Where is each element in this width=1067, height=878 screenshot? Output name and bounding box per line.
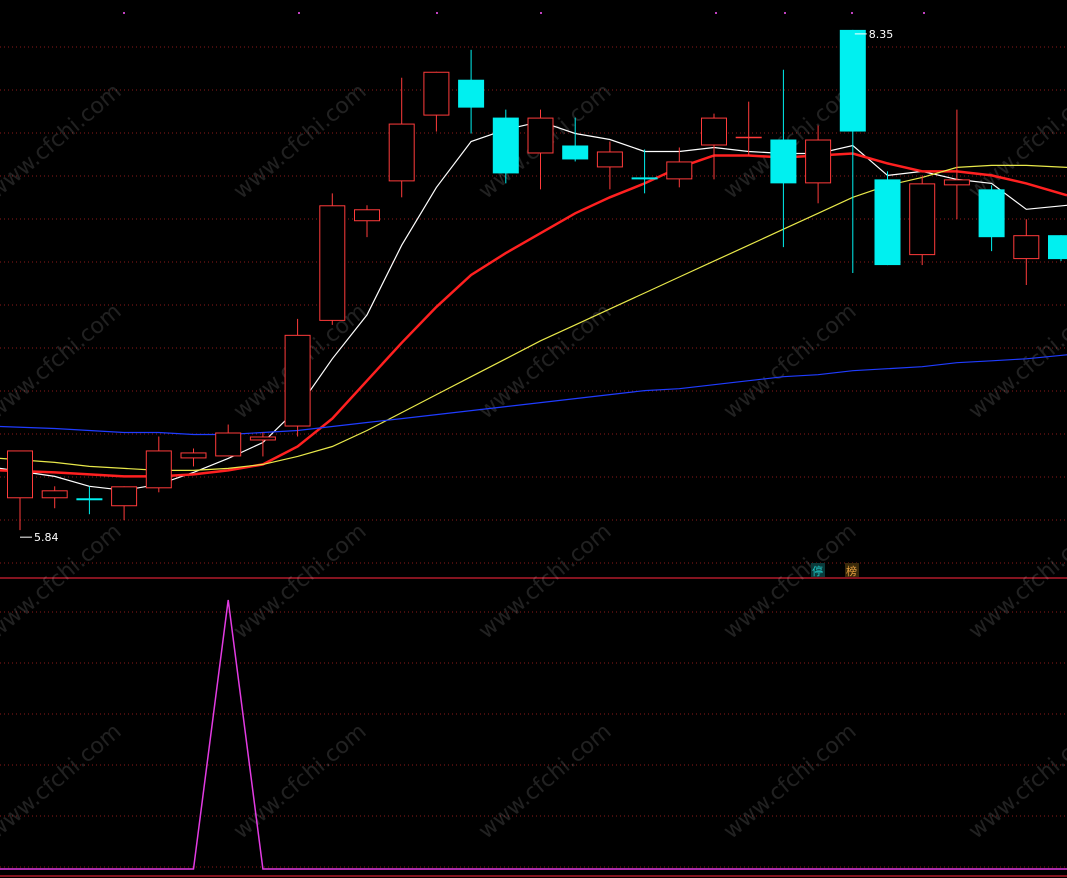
candle xyxy=(839,29,866,274)
candle xyxy=(909,175,936,266)
badge-limit-stop-label: 停 xyxy=(812,564,823,578)
candle-body xyxy=(492,117,519,174)
candle-body xyxy=(215,432,242,457)
watermark-text: www.cfchi.com xyxy=(229,519,371,644)
candle xyxy=(701,113,727,180)
low-price-label: 5.84 xyxy=(34,531,59,544)
candle-body xyxy=(770,139,797,184)
top-marker xyxy=(436,12,438,14)
watermark-text: www.cfchi.com xyxy=(474,519,616,644)
candle-body xyxy=(458,79,485,108)
candle-body xyxy=(874,179,901,266)
candle xyxy=(1048,235,1067,262)
top-marker xyxy=(123,12,125,14)
badge-ranking[interactable]: 榜 xyxy=(845,563,859,578)
watermark-text: www.cfchi.com xyxy=(474,299,616,424)
candle-body xyxy=(527,117,554,154)
candle xyxy=(492,109,519,184)
top-marker xyxy=(851,12,853,14)
candle-body xyxy=(41,490,68,499)
candle-body xyxy=(701,117,727,146)
watermark-text: www.cfchi.com xyxy=(229,79,371,204)
candle xyxy=(596,141,623,190)
watermark-text: www.cfchi.com xyxy=(964,719,1067,844)
candle xyxy=(770,69,797,248)
candle xyxy=(1013,219,1040,286)
candle xyxy=(180,448,207,467)
indicator-line xyxy=(0,599,1067,870)
candle-body xyxy=(76,498,103,501)
candle xyxy=(943,109,970,220)
watermark-text: www.cfchi.com xyxy=(0,79,126,204)
candle-body xyxy=(1048,235,1067,260)
watermark-text: www.cfchi.com xyxy=(964,79,1067,204)
candle-body xyxy=(388,123,415,182)
candle-body xyxy=(284,334,311,427)
candle xyxy=(41,486,68,509)
top-marker xyxy=(540,12,542,14)
moving-average-line-1 xyxy=(0,120,1067,491)
candle-body xyxy=(562,145,589,160)
candle xyxy=(76,486,103,515)
candle-body xyxy=(943,179,970,186)
watermark-text: www.cfchi.com xyxy=(474,719,616,844)
top-marker xyxy=(784,12,786,14)
candle-body xyxy=(978,189,1005,238)
moving-average-line-3 xyxy=(0,164,1067,471)
candle-body xyxy=(249,436,276,441)
candle xyxy=(527,109,554,190)
candle xyxy=(354,205,380,238)
candle xyxy=(111,486,138,521)
top-marker xyxy=(298,12,300,14)
candle-body xyxy=(631,177,658,180)
candle-body xyxy=(909,183,936,256)
badge-limit-stop[interactable]: 停 xyxy=(811,563,825,578)
candle-body xyxy=(666,161,693,180)
candle xyxy=(458,49,485,134)
high-price-label: 8.35 xyxy=(869,28,894,41)
badge-ranking-label: 榜 xyxy=(846,564,857,578)
top-markers xyxy=(123,12,925,14)
stock-chart: www.cfchi.com www.cfchi.com www.cfchi.com w… xyxy=(0,12,1067,877)
candle-body xyxy=(805,139,832,184)
watermark-text: www.cfchi.com xyxy=(719,719,861,844)
candle xyxy=(666,147,693,188)
candle-body xyxy=(145,450,172,489)
candle-body xyxy=(180,452,207,459)
watermark-text: www.cfchi.com xyxy=(719,299,861,424)
candle-body xyxy=(111,486,138,507)
top-marker xyxy=(923,12,925,14)
candle xyxy=(7,450,33,531)
moving-average-line-2 xyxy=(0,152,1067,478)
candle xyxy=(249,432,276,457)
watermark-text: www.cfchi.com xyxy=(964,519,1067,644)
moving-average-lines xyxy=(0,120,1067,491)
candle xyxy=(978,185,1005,252)
watermark-text: www.cfchi.com xyxy=(719,519,861,644)
indicator-panel xyxy=(0,599,1067,870)
candle xyxy=(215,424,242,457)
candle-body xyxy=(7,450,33,499)
candle-body xyxy=(1013,235,1040,260)
candle-body xyxy=(354,209,380,222)
candle xyxy=(735,101,762,156)
candlesticks[interactable] xyxy=(7,29,1067,538)
candle xyxy=(319,193,346,325)
watermark-text: www.cfchi.com xyxy=(0,519,126,644)
watermark-text: www.cfchi.com xyxy=(229,719,371,844)
candle-body xyxy=(423,71,450,116)
candle-body xyxy=(319,205,346,321)
candle xyxy=(423,71,450,132)
watermark-text: www.cfchi.com xyxy=(0,299,126,424)
candle xyxy=(284,318,311,437)
top-marker xyxy=(715,12,717,14)
candle-body xyxy=(839,29,866,132)
candle xyxy=(388,77,415,198)
watermark-text: www.cfchi.com xyxy=(0,719,126,844)
candle-body xyxy=(596,151,623,168)
candle xyxy=(145,436,172,493)
candle xyxy=(874,171,901,266)
